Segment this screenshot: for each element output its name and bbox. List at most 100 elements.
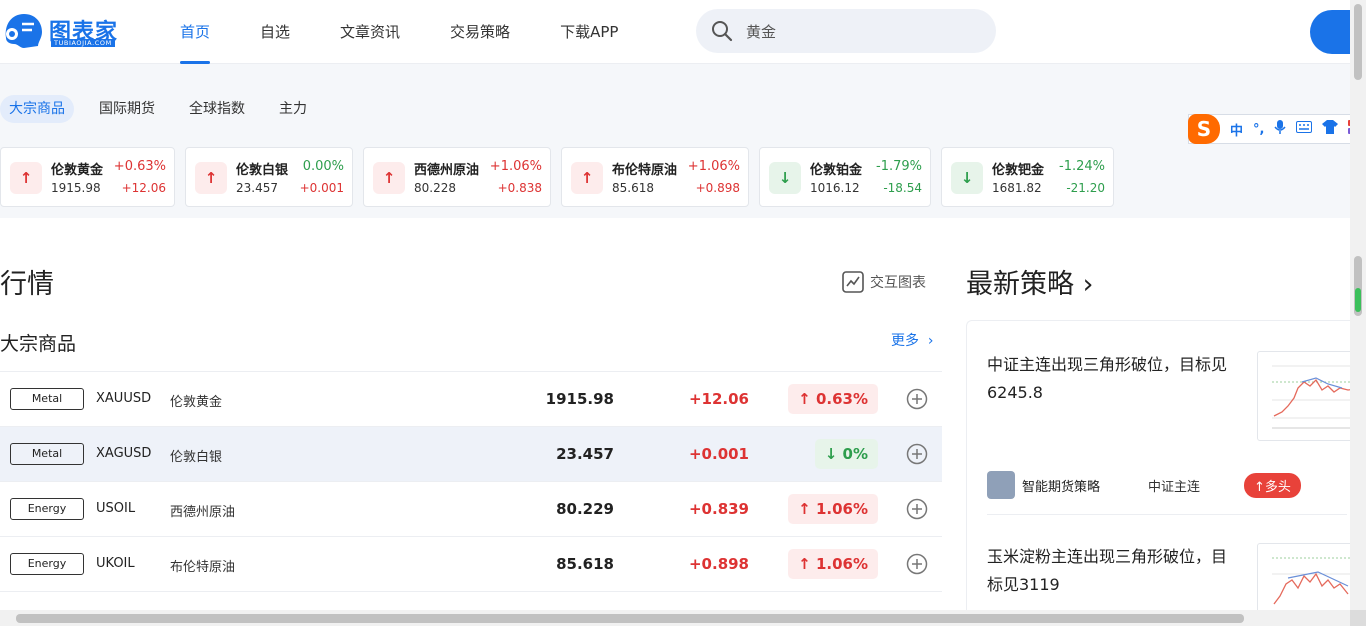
- more-link[interactable]: 更多 ›: [891, 330, 934, 350]
- tab-global-indices[interactable]: 全球指数: [180, 95, 254, 123]
- strategies-panel: 中证主连出现三角形破位，目标见6245.8 智能期货策略 中证主连 ↑多头 玉米…: [966, 320, 1366, 620]
- price: 80.229: [556, 500, 614, 518]
- category-tag: Energy: [10, 498, 84, 520]
- nav-download-app[interactable]: 下载APP: [560, 0, 618, 64]
- strategy-text: 玉米淀粉主连出现三角形破位，目标见3119: [987, 547, 1228, 594]
- ime-chinese-mode[interactable]: 中: [1230, 120, 1243, 139]
- interactive-chart-link[interactable]: 交互图表: [842, 271, 926, 293]
- card-name: 伦敦钯金: [992, 163, 1045, 178]
- price: 23.457: [556, 445, 614, 463]
- ime-punctuation-icon[interactable]: °,: [1253, 122, 1264, 137]
- bull-signal-badge: ↑多头: [1244, 472, 1301, 498]
- card-price: 80.228: [414, 181, 456, 195]
- nav-watchlist[interactable]: 自选: [260, 0, 290, 64]
- card-percent: +1.06%: [687, 159, 740, 174]
- add-watchlist-icon[interactable]: [906, 553, 928, 575]
- arrow-up-icon: ↑: [10, 162, 42, 194]
- more-label: 更多: [891, 333, 919, 349]
- symbol: XAGUSD: [96, 446, 152, 461]
- ime-logo-icon[interactable]: S: [1188, 114, 1220, 144]
- table-row[interactable]: Energy USOIL 西德州原油 80.229 +0.839 ↑ 1.06%: [0, 481, 942, 536]
- main-nav: 首页 自选 文章资讯 交易策略 下载APP: [180, 0, 668, 64]
- symbol: XAUUSD: [96, 391, 152, 406]
- logo-subtext: TUBIAOJIA.COM: [51, 39, 115, 47]
- instrument-name: 伦敦白银: [170, 450, 223, 465]
- vertical-scrollbar[interactable]: [1350, 0, 1366, 610]
- card-change: -18.54: [883, 181, 922, 195]
- divider: [987, 514, 1347, 515]
- author-name[interactable]: 智能期货策略: [1022, 476, 1148, 495]
- percent-badge: ↓ 0%: [814, 439, 878, 469]
- card-change: +0.838: [497, 181, 542, 195]
- quote-cards: ↑ 伦敦黄金 1915.98 +0.63% +12.06 ↑ 伦敦白银 23.4…: [0, 147, 1124, 207]
- instrument-name: 西德州原油: [170, 505, 236, 520]
- nav-strategies[interactable]: 交易策略: [450, 0, 510, 64]
- scroll-indicator: [1355, 288, 1361, 312]
- card-change: +12.06: [121, 181, 166, 195]
- symbol: UKOIL: [96, 556, 135, 571]
- strategies-title[interactable]: 最新策略 ›: [966, 262, 1093, 301]
- change: +0.001: [688, 445, 749, 463]
- strategies-title-label: 最新策略: [966, 269, 1074, 300]
- tab-main-contract[interactable]: 主力: [270, 95, 316, 123]
- logo[interactable]: 图表家 TUBIAOJIA.COM: [0, 8, 125, 52]
- card-price: 1915.98: [51, 181, 101, 195]
- card-price: 23.457: [236, 181, 278, 195]
- ime-skin-icon[interactable]: [1322, 120, 1339, 138]
- interactive-chart-label: 交互图表: [870, 275, 926, 291]
- add-watchlist-icon[interactable]: [906, 388, 928, 410]
- logo-mascot-icon: [5, 14, 42, 48]
- contract-name: 中证主连: [1148, 479, 1201, 495]
- search-input[interactable]: [746, 22, 966, 40]
- nav-home[interactable]: 首页: [180, 0, 211, 64]
- change: +0.839: [688, 500, 749, 518]
- arrow-up-icon: ↑: [571, 162, 603, 194]
- card-name: 西德州原油: [414, 163, 480, 178]
- tab-commodities[interactable]: 大宗商品: [0, 95, 74, 123]
- ime-mic-icon[interactable]: [1274, 120, 1287, 138]
- card-percent: -1.79%: [876, 159, 922, 174]
- strategy-text: 中证主连出现三角形破位，目标见6245.8: [987, 355, 1228, 402]
- quote-card[interactable]: ↑ 布伦特原油 85.618 +1.06% +0.898: [561, 147, 749, 207]
- price: 85.618: [556, 555, 614, 573]
- table-row[interactable]: Energy UKOIL 布伦特原油 85.618 +0.898 ↑ 1.06%: [0, 536, 942, 591]
- strategy-meta: 智能期货策略 中证主连 ↑多头: [987, 471, 1366, 499]
- add-watchlist-icon[interactable]: [906, 443, 928, 465]
- symbol: USOIL: [96, 501, 136, 516]
- change: +12.06: [688, 390, 749, 408]
- instrument-name: 布伦特原油: [170, 560, 236, 575]
- nav-articles[interactable]: 文章资讯: [340, 0, 400, 64]
- quote-card[interactable]: ↑ 西德州原油 80.228 +1.06% +0.838: [363, 147, 551, 207]
- card-name: 伦敦白银: [236, 163, 289, 178]
- card-price: 85.618: [612, 181, 654, 195]
- avatar[interactable]: [987, 471, 1015, 499]
- instrument-name: 伦敦黄金: [170, 395, 223, 410]
- add-watchlist-icon[interactable]: [906, 498, 928, 520]
- quote-card[interactable]: ↑ 伦敦白银 23.457 0.00% +0.001: [185, 147, 353, 207]
- card-name: 伦敦铂金: [810, 163, 863, 178]
- search-icon[interactable]: [710, 19, 734, 43]
- chevron-right-icon: ›: [923, 333, 934, 349]
- arrow-up-icon: ↑: [373, 162, 405, 194]
- table-row[interactable]: Metal XAUUSD 伦敦黄金 1915.98 +12.06 ↑ 0.63%: [0, 371, 942, 426]
- card-change: +0.001: [299, 181, 344, 195]
- vertical-scroll-thumb[interactable]: [1354, 4, 1362, 80]
- ime-keyboard-icon[interactable]: [1296, 121, 1313, 137]
- card-percent: -1.24%: [1059, 159, 1105, 174]
- quote-card[interactable]: ↓ 伦敦铂金 1016.12 -1.79% -18.54: [759, 147, 931, 207]
- card-change: -21.20: [1066, 181, 1105, 195]
- tab-intl-futures[interactable]: 国际期货: [90, 95, 164, 123]
- arrow-down-icon: ↓: [951, 162, 983, 194]
- search-bar[interactable]: [696, 9, 996, 53]
- quote-card[interactable]: ↓ 伦敦钯金 1681.82 -1.24% -21.20: [941, 147, 1114, 207]
- ime-toolbar[interactable]: S 中 °,: [1188, 114, 1366, 144]
- price: 1915.98: [545, 390, 614, 408]
- horizontal-scroll-thumb[interactable]: [16, 614, 1244, 623]
- scrollbar-corner: [1350, 610, 1366, 626]
- quote-card[interactable]: ↑ 伦敦黄金 1915.98 +0.63% +12.06: [0, 147, 175, 207]
- percent-badge: ↑ 1.06%: [788, 494, 878, 524]
- quotes-title: 行情: [0, 269, 54, 300]
- horizontal-scrollbar[interactable]: [0, 610, 1350, 626]
- commodities-subtitle: 大宗商品: [0, 333, 77, 355]
- table-row[interactable]: Metal XAGUSD 伦敦白银 23.457 +0.001 ↓ 0%: [0, 426, 942, 481]
